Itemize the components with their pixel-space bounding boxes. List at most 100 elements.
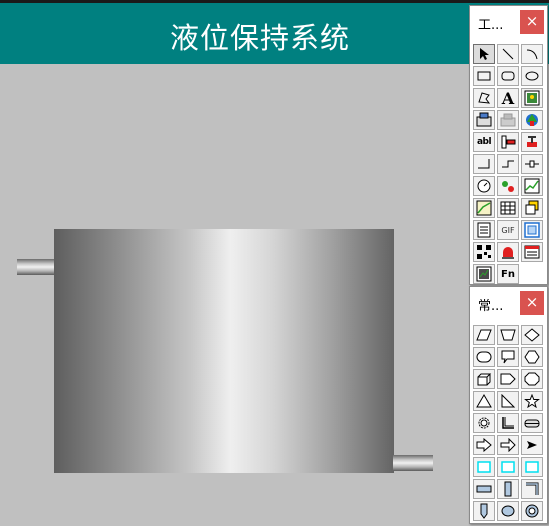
shapes-palette: 常... × xyxy=(469,286,548,524)
xy-chart-tool[interactable] xyxy=(473,198,495,218)
arc-tool[interactable] xyxy=(521,44,543,64)
indicator-tool[interactable] xyxy=(497,176,519,196)
callout-shape[interactable] xyxy=(497,347,519,367)
ring-shape[interactable] xyxy=(521,501,543,521)
star-shape[interactable] xyxy=(521,391,543,411)
gauge-icon xyxy=(477,179,491,193)
bitmap-icon xyxy=(524,90,540,106)
toolbox-title: 工... xyxy=(478,18,504,33)
rectangle-tool[interactable] xyxy=(473,66,495,86)
ellipse-tool[interactable] xyxy=(521,66,543,86)
octagon-shape[interactable] xyxy=(521,369,543,389)
image-frame-icon xyxy=(524,222,540,238)
line-tool[interactable] xyxy=(497,44,519,64)
report-icon xyxy=(477,222,491,238)
polygon-tool[interactable] xyxy=(473,88,495,108)
alarm-light-tool[interactable] xyxy=(497,242,519,262)
image-frame-tool[interactable] xyxy=(521,220,543,240)
xy-chart-icon xyxy=(476,200,492,216)
water-tank[interactable] xyxy=(54,229,394,473)
probe-shape[interactable] xyxy=(473,501,495,521)
pipe-elbow-shape[interactable] xyxy=(521,479,543,499)
cylinder-icon xyxy=(524,419,540,428)
page-title: 液位保持系统 xyxy=(169,21,350,55)
palette-tool[interactable] xyxy=(521,110,543,130)
trend-chart-icon xyxy=(524,178,540,194)
table-tool[interactable] xyxy=(497,198,519,218)
pipe-connector-tool[interactable] xyxy=(521,154,543,174)
layers-tool[interactable] xyxy=(521,198,543,218)
cyan-rect-shape-1[interactable] xyxy=(473,457,495,477)
title-bar: 液位保持系统 xyxy=(0,3,549,65)
horizontal-bar-icon xyxy=(476,485,492,493)
trend-chart-tool[interactable] xyxy=(521,176,543,196)
shapes-title-bar[interactable]: 常... × xyxy=(470,287,547,319)
gauge-tool[interactable] xyxy=(473,176,495,196)
shapes-close-button[interactable]: × xyxy=(520,291,544,315)
toolbox-close-button[interactable]: × xyxy=(520,10,544,34)
octagon-icon xyxy=(524,372,540,386)
ellipse-icon xyxy=(525,71,539,81)
cyan-rect-icon xyxy=(525,461,539,473)
slider-tool[interactable] xyxy=(497,132,519,152)
right-triangle-shape[interactable] xyxy=(497,391,519,411)
cylinder-shape[interactable] xyxy=(521,413,543,433)
cyan-rect-shape-2[interactable] xyxy=(497,457,519,477)
triangle-shape[interactable] xyxy=(473,391,495,411)
solid-arrow-shape[interactable] xyxy=(521,435,543,455)
burst-shape[interactable] xyxy=(473,413,495,433)
pointer-icon xyxy=(480,48,489,60)
pointer-tool[interactable] xyxy=(473,44,495,64)
horizontal-bar-shape[interactable] xyxy=(473,479,495,499)
corner-shape-icon xyxy=(502,417,514,429)
valve-tool[interactable] xyxy=(521,132,543,152)
arrow-outline-shape[interactable] xyxy=(473,435,495,455)
pipe-corner-icon xyxy=(478,159,490,169)
rounded-shape-icon xyxy=(476,351,492,363)
callout-icon xyxy=(501,350,515,364)
alarm-window-tool[interactable] xyxy=(521,242,543,262)
cube-icon xyxy=(477,373,492,386)
qr-code-icon xyxy=(477,245,491,259)
pipe-step-icon xyxy=(502,160,514,168)
cyan-rect-shape-3[interactable] xyxy=(521,457,543,477)
line-icon xyxy=(502,48,514,60)
text-tool[interactable]: A xyxy=(497,88,519,108)
monitor-icon xyxy=(476,266,492,282)
trapezoid-shape[interactable] xyxy=(497,325,519,345)
star-icon xyxy=(524,394,540,408)
hexagon-shape[interactable] xyxy=(521,347,543,367)
rounded-shape[interactable] xyxy=(473,347,495,367)
report-tool[interactable] xyxy=(473,220,495,240)
bitmap-tool[interactable] xyxy=(521,88,543,108)
textbox-tool[interactable]: abl xyxy=(473,132,495,152)
qr-code-tool[interactable] xyxy=(473,242,495,262)
toolbox-palette: 工... × A abl GIF Fn xyxy=(469,5,548,285)
right-triangle-icon xyxy=(501,394,516,408)
corner-shape[interactable] xyxy=(497,413,519,433)
pentagon-arrow-icon xyxy=(500,373,516,385)
vertical-bar-shape[interactable] xyxy=(497,479,519,499)
keyboard-tool[interactable] xyxy=(497,110,519,130)
gif-tool[interactable]: GIF xyxy=(497,220,519,240)
button-icon xyxy=(476,112,492,127)
cube-shape[interactable] xyxy=(473,369,495,389)
oval-shape[interactable] xyxy=(497,501,519,521)
button-tool[interactable] xyxy=(473,110,495,130)
diamond-shape[interactable] xyxy=(521,325,543,345)
function-tool[interactable]: Fn xyxy=(497,264,519,284)
pentagon-arrow-shape[interactable] xyxy=(497,369,519,389)
vertical-bar-icon xyxy=(504,481,512,497)
pipe-step-tool[interactable] xyxy=(497,154,519,174)
probe-icon xyxy=(480,503,488,519)
parallelogram-shape[interactable] xyxy=(473,325,495,345)
toolbox-title-bar[interactable]: 工... × xyxy=(470,6,547,38)
inlet-pipe[interactable] xyxy=(17,259,54,275)
pipe-corner-tool[interactable] xyxy=(473,154,495,174)
monitor-tool[interactable] xyxy=(473,264,495,284)
outlet-pipe[interactable] xyxy=(393,455,433,471)
alarm-light-icon xyxy=(502,247,514,259)
rounded-rect-tool[interactable] xyxy=(497,66,519,86)
block-arrow-shape[interactable] xyxy=(497,435,519,455)
block-arrow-icon xyxy=(500,438,516,452)
